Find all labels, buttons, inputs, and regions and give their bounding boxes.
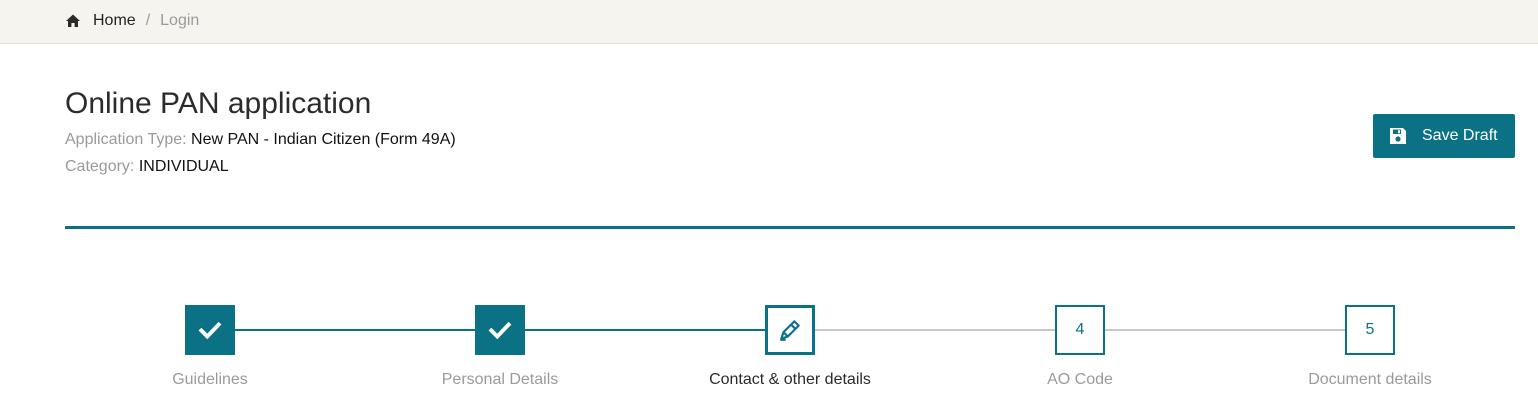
step-4-label: AO Code: [1047, 371, 1113, 388]
breadcrumb: Home / Login: [65, 0, 199, 42]
step-1-label: Guidelines: [172, 371, 248, 388]
page-title: Online PAN application: [65, 87, 372, 120]
home-icon[interactable]: [65, 13, 81, 29]
step-4-ao-code[interactable]: 4: [1055, 305, 1105, 355]
step-connector-4-5: [1105, 329, 1345, 331]
save-draft-button[interactable]: Save Draft: [1373, 114, 1515, 158]
floppy-disk-icon: [1388, 126, 1422, 146]
step-connector-1-2: [235, 329, 475, 331]
category-label: Category:: [65, 158, 135, 175]
category-line: Category: INDIVIDUAL: [65, 158, 229, 176]
application-type-label: Application Type:: [65, 131, 187, 148]
check-icon: [487, 317, 513, 343]
breadcrumb-bar: Home / Login: [0, 0, 1538, 44]
header-divider: [65, 226, 1515, 229]
step-5-label: Document details: [1308, 371, 1432, 388]
step-1-guidelines[interactable]: [185, 305, 235, 355]
application-type-line: Application Type: New PAN - Indian Citiz…: [65, 131, 456, 149]
step-connector-2-3: [525, 329, 765, 331]
step-3-contact-details[interactable]: [765, 305, 815, 355]
step-connector-3-4: [815, 329, 1055, 331]
category-value: INDIVIDUAL: [138, 158, 229, 175]
step-2-label: Personal Details: [441, 371, 559, 388]
breadcrumb-current: Login: [160, 12, 200, 29]
breadcrumb-home-link[interactable]: Home: [93, 12, 136, 30]
step-2-personal-details[interactable]: [475, 305, 525, 355]
pencil-icon: [777, 317, 803, 343]
step-3-label: Contact & other details: [709, 371, 871, 388]
check-icon: [197, 317, 223, 343]
application-type-value: New PAN - Indian Citizen (Form 49A): [191, 131, 456, 148]
step-5-document-details[interactable]: 5: [1345, 305, 1395, 355]
save-draft-label: Save Draft: [1422, 127, 1498, 144]
progress-stepper: 4 5 Guidelines Personal Details Contact …: [0, 305, 1538, 405]
breadcrumb-separator: /: [145, 12, 151, 29]
